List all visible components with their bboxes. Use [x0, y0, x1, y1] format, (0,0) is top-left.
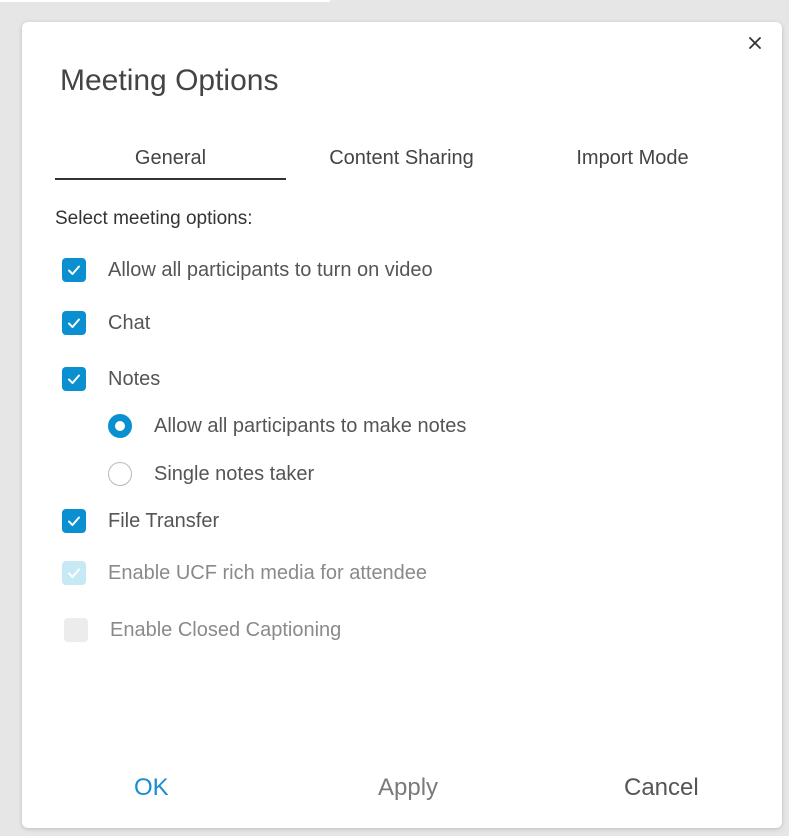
chat-checkbox[interactable]	[62, 311, 86, 335]
notes-all-label: Allow all participants to make notes	[154, 414, 467, 437]
video-label: Allow all participants to turn on video	[108, 258, 433, 281]
notes-all-option[interactable]: Allow all participants to make notes	[108, 414, 466, 438]
notes-single-label: Single notes taker	[154, 462, 315, 485]
check-icon	[68, 568, 80, 578]
close-icon	[749, 37, 761, 49]
captioning-label: Enable Closed Captioning	[110, 618, 342, 641]
file-transfer-option[interactable]: File Transfer	[62, 509, 219, 533]
file-transfer-checkbox[interactable]	[62, 509, 86, 533]
check-icon	[68, 318, 80, 328]
tab-general[interactable]: General	[55, 142, 286, 180]
cancel-button[interactable]: Cancel	[624, 774, 699, 802]
close-button[interactable]	[744, 32, 766, 54]
notes-checkbox[interactable]	[62, 367, 86, 391]
notes-single-radio[interactable]	[108, 462, 132, 486]
video-checkbox[interactable]	[62, 258, 86, 282]
captioning-option: Enable Closed Captioning	[64, 618, 341, 642]
notes-all-radio[interactable]	[108, 414, 132, 438]
apply-button[interactable]: Apply	[378, 774, 438, 802]
tab-content-sharing[interactable]: Content Sharing	[286, 142, 517, 180]
check-icon	[68, 516, 80, 526]
ok-button[interactable]: OK	[134, 774, 169, 802]
chat-option[interactable]: Chat	[62, 311, 150, 335]
notes-label: Notes	[108, 367, 161, 390]
tab-import-mode[interactable]: Import Mode	[517, 142, 748, 180]
notes-single-option[interactable]: Single notes taker	[108, 462, 314, 486]
tab-bar: General Content Sharing Import Mode	[55, 142, 748, 180]
ucf-option: Enable UCF rich media for attendee	[62, 561, 427, 585]
ucf-checkbox	[62, 561, 86, 585]
check-icon	[68, 265, 80, 275]
section-label: Select meeting options:	[55, 208, 253, 229]
file-transfer-label: File Transfer	[108, 509, 220, 532]
chat-label: Chat	[108, 311, 151, 334]
notes-option[interactable]: Notes	[62, 367, 160, 391]
background-strip	[0, 0, 330, 2]
dialog-title: Meeting Options	[60, 64, 279, 97]
check-icon	[68, 374, 80, 384]
meeting-options-dialog: Meeting Options General Content Sharing …	[22, 22, 782, 828]
video-option[interactable]: Allow all participants to turn on video	[62, 258, 433, 282]
ucf-label: Enable UCF rich media for attendee	[108, 561, 428, 584]
captioning-checkbox	[64, 618, 88, 642]
